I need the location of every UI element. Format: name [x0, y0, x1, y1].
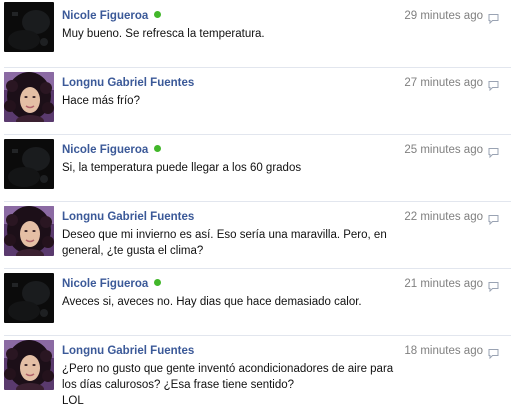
reply-icon[interactable] [488, 346, 499, 360]
sender-name: Nicole Figueroa [62, 10, 149, 22]
online-dot-icon [154, 145, 162, 152]
sender-avatar[interactable] [4, 273, 54, 323]
message-timestamp: 27 minutes ago [404, 77, 483, 89]
message-line: Aveces si, aveces no. Hay dias que hace … [62, 296, 362, 308]
message-text: Muy bueno. Se refresca la temperatura. [62, 26, 422, 42]
message-line: general, ¿te gusta el clima? [62, 245, 204, 257]
message-timestamp: 22 minutes ago [404, 211, 483, 223]
sender-name: Longnu Gabriel Fuentes [62, 77, 195, 89]
message-item: Longnu Gabriel Fuentes 27 minutes ago Hac… [0, 67, 511, 134]
message-line: Hace más frío? [62, 95, 140, 107]
sender-name-link[interactable]: Nicole Figueroa [62, 143, 162, 157]
reply-icon[interactable] [488, 78, 499, 92]
reply-icon[interactable] [488, 212, 499, 226]
sender-name-link[interactable]: Longnu Gabriel Fuentes [62, 76, 194, 90]
message-text: Deseo que mi invierno es así. Eso sería … [62, 227, 422, 259]
sender-name-link[interactable]: Nicole Figueroa [62, 9, 162, 23]
sender-avatar[interactable] [4, 139, 54, 189]
sender-avatar[interactable] [4, 2, 54, 52]
message-text: ¿Pero no gusto que gente inventó acondic… [62, 361, 422, 409]
message-line: los días calurosos? ¿Esa frase tiene sen… [62, 379, 295, 391]
message-item: Nicole Figueroa 29 minutes ago Muy bueno.… [0, 0, 511, 67]
message-timestamp: 25 minutes ago [404, 144, 483, 156]
sender-name: Nicole Figueroa [62, 144, 149, 156]
sender-name-link[interactable]: Nicole Figueroa [62, 277, 162, 291]
sender-name-link[interactable]: Longnu Gabriel Fuentes [62, 344, 194, 358]
message-item: Longnu Gabriel Fuentes 22 minutes ago Des… [0, 201, 511, 268]
message-line: Si, la temperatura puede llegar a los 60… [62, 162, 302, 174]
reply-icon[interactable] [488, 11, 499, 25]
message-timestamp: 21 minutes ago [404, 278, 483, 290]
online-dot-icon [154, 11, 162, 18]
sender-avatar[interactable] [4, 206, 54, 256]
message-item: Nicole Figueroa 25 minutes ago Si, la tem… [0, 134, 511, 201]
sender-name: Nicole Figueroa [62, 278, 149, 290]
message-line: Muy bueno. Se refresca la temperatura. [62, 28, 265, 40]
sender-avatar[interactable] [4, 72, 54, 122]
message-line: LOL [62, 395, 84, 407]
sender-name-link[interactable]: Longnu Gabriel Fuentes [62, 210, 194, 224]
sender-name: Longnu Gabriel Fuentes [62, 211, 195, 223]
sender-avatar[interactable] [4, 340, 54, 390]
reply-icon[interactable] [488, 279, 499, 293]
message-timestamp: 18 minutes ago [404, 345, 483, 357]
online-dot-icon [154, 279, 162, 286]
sender-name: Longnu Gabriel Fuentes [62, 345, 195, 357]
message-line: ¿Pero no gusto que gente inventó acondic… [62, 363, 394, 375]
reply-icon[interactable] [488, 145, 499, 159]
message-item: Nicole Figueroa 21 minutes ago Aveces si,… [0, 268, 511, 335]
message-timestamp: 29 minutes ago [404, 10, 483, 22]
message-text: Aveces si, aveces no. Hay dias que hace … [62, 294, 422, 310]
message-line: Deseo que mi invierno es así. Eso sería … [62, 229, 387, 241]
message-text: Si, la temperatura puede llegar a los 60… [62, 160, 422, 176]
message-text: Hace más frío? [62, 93, 422, 109]
message-item: Longnu Gabriel Fuentes 18 minutes ago ¿Pe… [0, 335, 511, 414]
